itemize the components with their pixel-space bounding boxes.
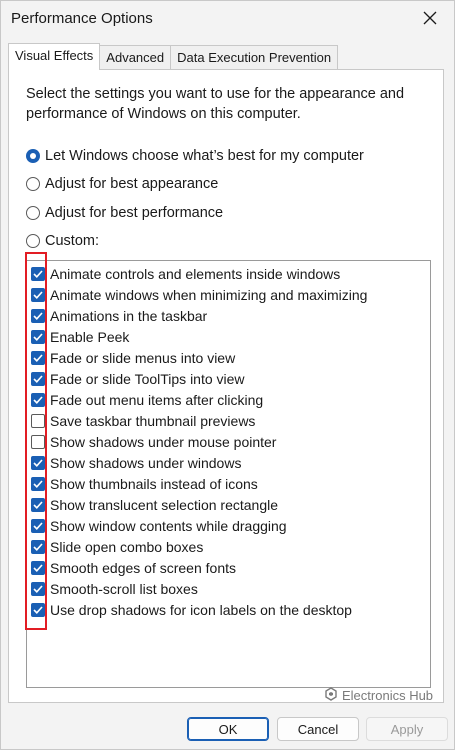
effect-label: Fade or slide ToolTips into view	[50, 370, 245, 387]
radio-button-icon	[26, 234, 40, 248]
effect-label: Animate windows when minimizing and maxi…	[50, 286, 368, 303]
effect-checkbox-row[interactable]: Show window contents while dragging	[31, 515, 287, 536]
tab-visual-effects[interactable]: Visual Effects	[8, 43, 101, 70]
checkbox-checked-icon	[31, 476, 45, 491]
radio-label: Let Windows choose what’s best for my co…	[45, 148, 364, 164]
effect-label: Smooth-scroll list boxes	[50, 580, 198, 597]
effect-checkbox-row[interactable]: Animate controls and elements inside win…	[31, 263, 340, 284]
electronics-hub-logo-icon	[324, 687, 338, 704]
effect-label: Animations in the taskbar	[50, 307, 208, 324]
checkbox-checked-icon	[31, 329, 45, 344]
description-text: Select the settings you want to use for …	[26, 86, 405, 122]
effect-checkbox-row[interactable]: Show shadows under windows	[31, 452, 241, 473]
performance-options-dialog: Performance Options Visual Effects Advan…	[0, 0, 455, 750]
effect-checkbox-row[interactable]: Animate windows when minimizing and maxi…	[31, 284, 367, 305]
checkbox-checked-icon	[31, 539, 45, 554]
effect-checkbox-row[interactable]: Fade out menu items after clicking	[31, 389, 263, 410]
checkbox-checked-icon	[31, 266, 45, 281]
watermark-text: Electronics Hub	[342, 688, 434, 703]
effect-checkbox-row[interactable]: Enable Peek	[31, 326, 129, 347]
tab-advanced[interactable]: Advanced	[99, 45, 172, 70]
effect-checkbox-row[interactable]: Show thumbnails instead of icons	[31, 473, 258, 494]
radio-let-windows-choose[interactable]: Let Windows choose what’s best for my co…	[26, 146, 364, 166]
tab-strip: Visual Effects Advanced Data Execution P…	[8, 43, 339, 70]
window-title: Performance Options	[11, 10, 153, 27]
title-bar: Performance Options	[1, 1, 454, 39]
checkbox-checked-icon	[31, 602, 45, 617]
radio-button-icon	[26, 177, 40, 191]
effect-label: Show thumbnails instead of icons	[50, 475, 258, 492]
radio-best-performance[interactable]: Adjust for best performance	[26, 203, 223, 223]
effect-label: Show shadows under mouse pointer	[50, 433, 277, 450]
ok-button[interactable]: OK	[187, 717, 269, 741]
checkbox-checked-icon	[31, 581, 45, 596]
effect-checkbox-row[interactable]: Smooth edges of screen fonts	[31, 557, 236, 578]
watermark: Electronics Hub	[324, 687, 433, 704]
visual-effects-list[interactable]: Animate controls and elements inside win…	[26, 260, 431, 688]
effect-checkbox-row[interactable]: Save taskbar thumbnail previews	[31, 410, 255, 431]
cancel-button[interactable]: Cancel	[277, 717, 359, 741]
effect-checkbox-row[interactable]: Smooth-scroll list boxes	[31, 578, 198, 599]
checkbox-checked-icon	[31, 287, 45, 302]
checkbox-checked-icon	[31, 371, 45, 386]
radio-label: Custom:	[45, 233, 99, 249]
effect-label: Fade or slide menus into view	[50, 349, 236, 366]
checkbox-checked-icon	[31, 497, 45, 512]
effect-checkbox-row[interactable]: Show shadows under mouse pointer	[31, 431, 276, 452]
apply-button[interactable]: Apply	[366, 717, 448, 741]
effect-checkbox-row[interactable]: Fade or slide ToolTips into view	[31, 368, 245, 389]
radio-best-appearance[interactable]: Adjust for best appearance	[26, 174, 218, 194]
effect-label: Enable Peek	[50, 328, 130, 345]
effect-label: Fade out menu items after clicking	[50, 391, 264, 408]
checkbox-checked-icon	[31, 308, 45, 323]
effect-label: Show window contents while dragging	[50, 517, 287, 534]
effect-label: Show shadows under windows	[50, 454, 242, 471]
radio-label: Adjust for best appearance	[45, 176, 219, 192]
effect-checkbox-row[interactable]: Slide open combo boxes	[31, 536, 203, 557]
effect-label: Slide open combo boxes	[50, 538, 204, 555]
effect-label: Use drop shadows for icon labels on the …	[50, 601, 352, 618]
tab-data-execution-prevention[interactable]: Data Execution Prevention	[170, 45, 339, 70]
radio-custom[interactable]: Custom:	[26, 231, 99, 251]
effect-checkbox-row[interactable]: Use drop shadows for icon labels on the …	[31, 599, 352, 620]
radio-button-icon	[26, 149, 40, 163]
visual-effects-panel: Select the settings you want to use for …	[8, 69, 444, 703]
checkbox-unchecked-icon	[31, 434, 45, 449]
radio-label: Adjust for best performance	[45, 205, 224, 221]
checkbox-checked-icon	[31, 560, 45, 575]
checkbox-checked-icon	[31, 392, 45, 407]
checkbox-unchecked-icon	[31, 413, 45, 428]
effect-label: Save taskbar thumbnail previews	[50, 412, 256, 429]
radio-button-icon	[26, 206, 40, 220]
effect-label: Animate controls and elements inside win…	[50, 265, 341, 282]
checkbox-checked-icon	[31, 518, 45, 533]
checkbox-checked-icon	[31, 350, 45, 365]
effect-label: Show translucent selection rectangle	[50, 496, 279, 513]
effect-label: Smooth edges of screen fonts	[50, 559, 236, 576]
close-icon	[423, 11, 437, 30]
effect-checkbox-row[interactable]: Fade or slide menus into view	[31, 347, 235, 368]
checkbox-checked-icon	[31, 455, 45, 470]
effect-checkbox-row[interactable]: Show translucent selection rectangle	[31, 494, 278, 515]
effect-checkbox-row[interactable]: Animations in the taskbar	[31, 305, 207, 326]
close-button[interactable]	[416, 6, 444, 34]
